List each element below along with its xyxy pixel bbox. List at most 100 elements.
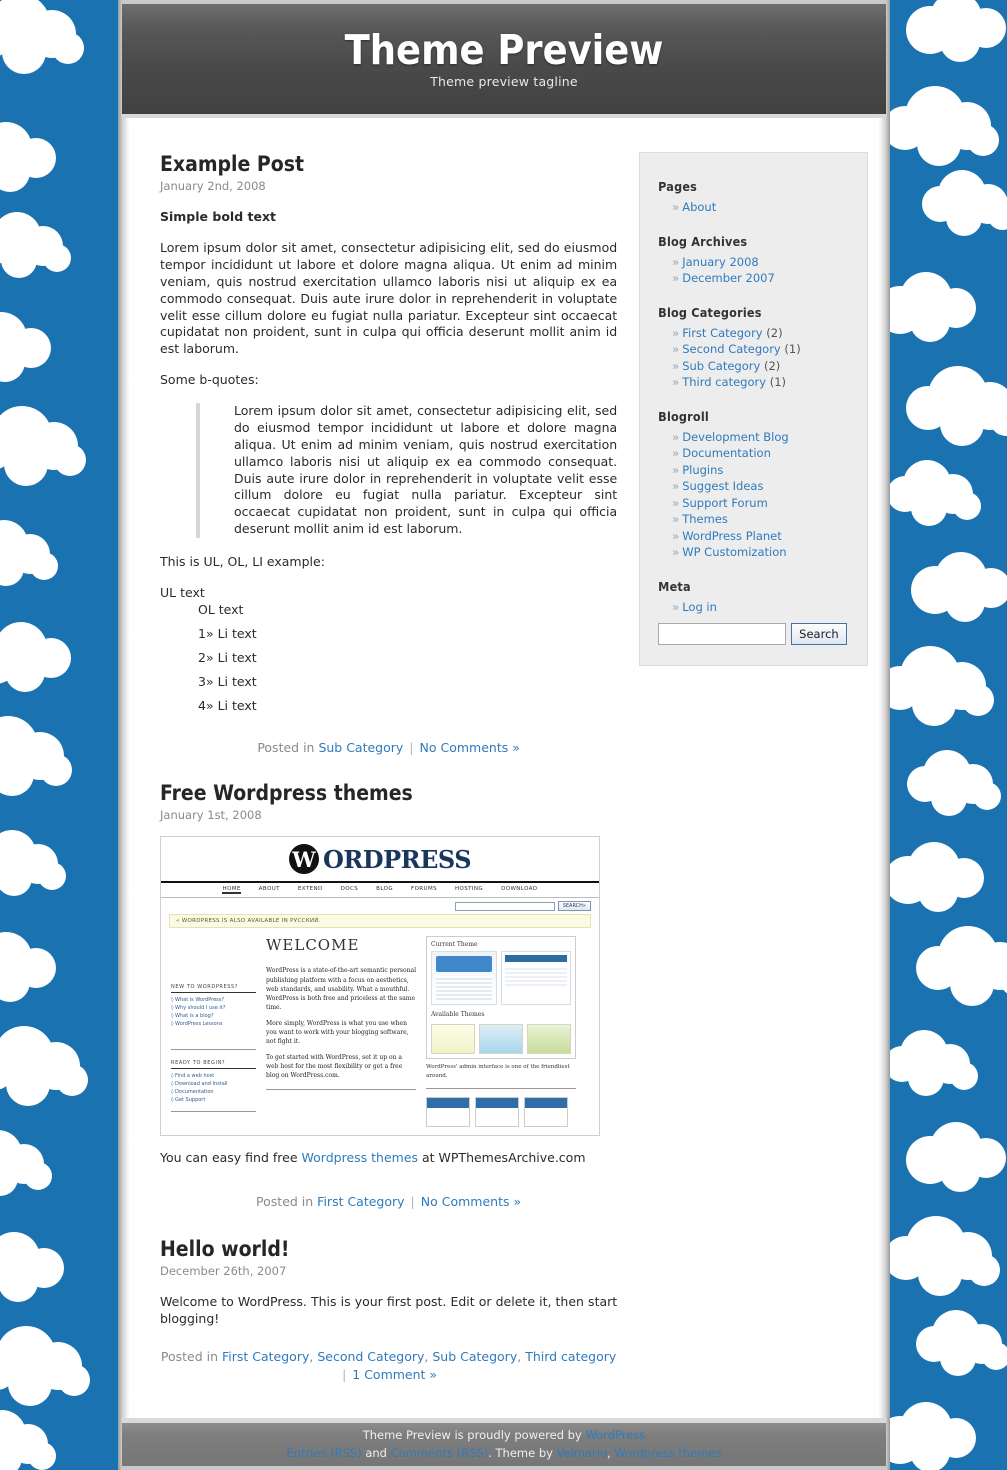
post-title[interactable]: Free Wordpress themes: [160, 781, 617, 806]
wp-link: ◊ WordPress Lessons: [171, 1021, 223, 1028]
post-example: Example Post January 2nd, 2008 Simple bo…: [160, 152, 617, 757]
post-image-wordpress-org[interactable]: W ORDPRESS HOME ABOUT EXTEND DOCS BLOG F…: [160, 836, 600, 1137]
list-intro: This is UL, OL, LI example:: [160, 554, 325, 570]
sidebar-link[interactable]: Themes: [682, 512, 728, 526]
search-input[interactable]: [658, 623, 787, 646]
sidebar-heading: Meta: [658, 578, 691, 594]
post-comments-link[interactable]: No Comments »: [420, 740, 520, 755]
sidebar-link[interactable]: Support Forum: [682, 496, 768, 510]
post-meta: Posted in Sub Category | No Comments »: [160, 739, 617, 757]
sidebar-link[interactable]: Log in: [682, 600, 717, 614]
sidebar-link[interactable]: January 2008: [682, 255, 759, 269]
post-title[interactable]: Example Post: [160, 152, 617, 177]
meta-separator: |: [342, 1367, 347, 1383]
sidebar-item-january-2008[interactable]: » January 2008: [672, 255, 849, 271]
post-title[interactable]: Hello world!: [160, 1237, 617, 1262]
sidebar-link[interactable]: WP Customization: [682, 545, 786, 559]
post-category-link[interactable]: Sub Category: [432, 1349, 517, 1364]
post-category-link[interactable]: Sub Category: [318, 740, 403, 755]
post-date: January 1st, 2008: [160, 808, 262, 823]
post-comments-link[interactable]: 1 Comment »: [352, 1367, 437, 1382]
wordpress-themes-link[interactable]: Wordpress themes: [302, 1150, 419, 1165]
chevron-right-icon: »: [672, 599, 680, 614]
post-category-link[interactable]: First Category: [222, 1349, 309, 1364]
sidebar-link[interactable]: Third category: [682, 375, 766, 389]
post-free-wordpress-themes: Free Wordpress themes January 1st, 2008 …: [160, 781, 617, 1211]
sidebar-link[interactable]: WordPress Planet: [682, 529, 782, 543]
comments-rss-link[interactable]: Comments (RSS): [391, 1446, 489, 1460]
entries-rss-link[interactable]: Entries (RSS): [286, 1446, 361, 1460]
chevron-right-icon: »: [672, 479, 680, 494]
main-content: Example Post January 2nd, 2008 Simple bo…: [160, 152, 617, 1402]
sidebar-item-wordpress-planet[interactable]: » WordPress Planet: [672, 529, 849, 545]
sidebar-item-sub-category[interactable]: » Sub Category (2): [672, 359, 849, 375]
sidebar-link[interactable]: Suggest Ideas: [682, 479, 763, 493]
sidebar-link[interactable]: First Category: [682, 326, 762, 340]
post-date: December 26th, 2007: [160, 1264, 287, 1279]
chevron-right-icon: »: [672, 512, 680, 527]
sidebar-heading: Blog Categories: [658, 304, 762, 320]
wp-header: W ORDPRESS: [161, 837, 599, 882]
sidebar-count: (1): [784, 342, 801, 357]
wp-theme-row: [431, 1024, 571, 1055]
theme-author-link[interactable]: Veimario: [557, 1446, 607, 1460]
wp-panel-title: Current Theme: [431, 941, 478, 949]
wp-screenshot: [501, 951, 571, 1006]
wordpress-link[interactable]: WordPress: [585, 1428, 645, 1442]
sidebar-link[interactable]: Plugins: [682, 463, 723, 477]
sidebar-link[interactable]: December 2007: [682, 271, 775, 285]
sidebar-heading: Blogroll: [658, 408, 709, 424]
sidebar-item-wp-customization[interactable]: » WP Customization: [672, 545, 849, 561]
post-category-link[interactable]: Third category: [525, 1349, 616, 1364]
post-comments-link[interactable]: No Comments »: [421, 1194, 521, 1209]
sidebar-heading: Blog Archives: [658, 233, 748, 249]
post-category-link[interactable]: Second Category: [317, 1349, 424, 1364]
ul-demo: UL text: [160, 585, 617, 600]
caption-after: at WPThemesArchive.com: [418, 1150, 586, 1166]
sidebar-link[interactable]: Documentation: [682, 446, 771, 460]
sidebar: Pages » About Blog Archives » January 2008…: [639, 152, 868, 667]
sidebar-item-documentation[interactable]: » Documentation: [672, 446, 849, 462]
post-meta: Posted in First Category | No Comments »: [160, 1193, 617, 1211]
wp-thumb-row: [426, 1096, 576, 1127]
sidebar-link[interactable]: About: [682, 200, 716, 214]
sidebar-link[interactable]: Second Category: [682, 342, 781, 356]
sidebar-item-december-2007[interactable]: » December 2007: [672, 271, 849, 287]
sidebar-item-third-category[interactable]: » Third category (1): [672, 375, 849, 391]
meta-separator: |: [409, 739, 414, 755]
sidebar-link[interactable]: Development Blog: [682, 430, 789, 444]
li-item: 4» Li text: [198, 697, 257, 713]
sidebar-section-blog-archives: Blog Archives » January 2008 » December 20…: [658, 234, 849, 287]
chevron-right-icon: »: [672, 342, 680, 357]
sidebar-item-about[interactable]: » About: [672, 200, 849, 216]
wordpress-wordmark: ORDPRESS: [322, 844, 472, 874]
wp-search-row: SEARCH»: [161, 898, 599, 914]
ol-heading: OL text: [198, 601, 244, 617]
post-category-link[interactable]: First Category: [317, 1194, 404, 1209]
sidebar-link[interactable]: Sub Category: [682, 359, 760, 373]
wp-link: ◊ Documentation: [171, 1089, 214, 1096]
wordpress-themes-footer-link[interactable]: Wordpress themes: [614, 1446, 721, 1460]
sidebar-item-plugins[interactable]: » Plugins: [672, 463, 849, 479]
post-hello-world: Hello world! December 26th, 2007 Welcome…: [160, 1237, 617, 1384]
sidebar-count: (2): [763, 358, 781, 373]
wp-paragraph: More simply, WordPress is what you use w…: [266, 1019, 409, 1046]
search-button[interactable]: Search: [791, 623, 847, 646]
sidebar-item-themes[interactable]: » Themes: [672, 512, 849, 528]
wp-paragraph: WordPress is a state-of-the-art semantic…: [266, 967, 416, 1012]
wp-thumb: [475, 1096, 519, 1127]
sidebar-item-development-blog[interactable]: » Development Blog: [672, 430, 849, 446]
sidebar-item-support-forum[interactable]: » Support Forum: [672, 496, 849, 512]
li-item: 3» Li text: [198, 673, 257, 689]
wp-aside-col: Current Theme Available Themes WordPress…: [426, 936, 576, 1127]
sidebar-item-first-category[interactable]: » First Category (2): [672, 326, 849, 342]
wp-nav-item: ABOUT: [258, 886, 280, 893]
sidebar-list: » First Category (2) » Second Category (1)…: [658, 326, 849, 391]
wp-link: ◊ What is a blog?: [171, 1013, 214, 1020]
sidebar-item-log-in[interactable]: » Log in: [672, 600, 849, 616]
wordpress-mark-icon: W: [288, 844, 319, 875]
search-form: Search: [658, 623, 849, 646]
sidebar-item-suggest-ideas[interactable]: » Suggest Ideas: [672, 479, 849, 495]
wp-theme-thumb: [527, 1024, 571, 1055]
sidebar-item-second-category[interactable]: » Second Category (1): [672, 342, 849, 358]
